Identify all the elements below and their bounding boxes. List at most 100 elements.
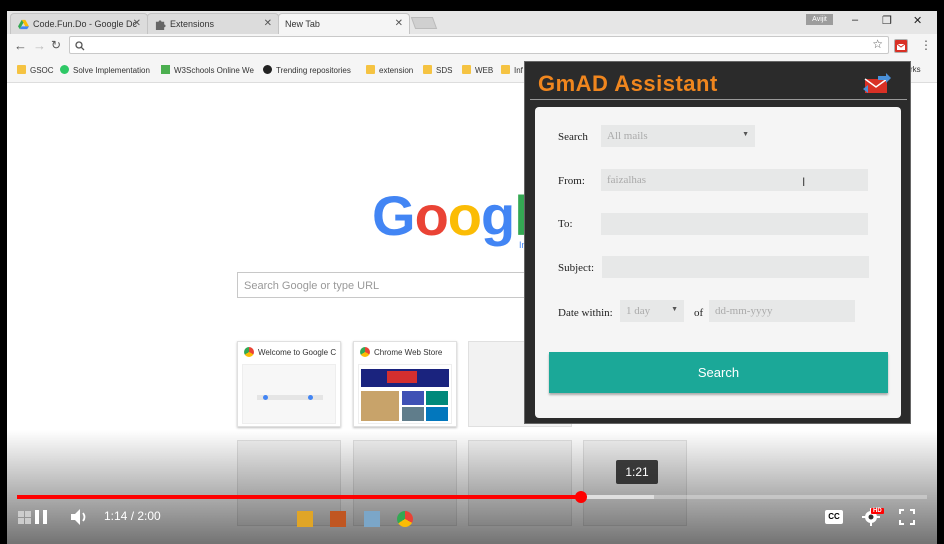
bookmark-label: Solve Implementation: [73, 66, 150, 75]
search-scope-select[interactable]: All mails ▼: [601, 125, 755, 147]
chrome-icon: [244, 347, 254, 357]
date-range-select[interactable]: 1 day ▼: [620, 300, 684, 322]
of-label: of: [694, 307, 704, 319]
tile-thumbnail: [358, 364, 452, 424]
tile-thumbnail: [242, 364, 336, 424]
tile-title: Welcome to Google C: [258, 348, 337, 357]
search-icon: [75, 41, 85, 51]
pause-icon[interactable]: [33, 509, 49, 525]
bookmark-other[interactable]: rks: [910, 65, 921, 74]
date-placeholder: dd-mm-yyyy: [715, 305, 773, 317]
gmad-extension-button[interactable]: [894, 39, 908, 53]
tab-strip: Code.Fun.Do - Google Dc ✕ Extensions ✕ N…: [7, 11, 937, 34]
date-within-label: Date within:: [558, 307, 613, 319]
subject-label: Subject:: [558, 262, 595, 274]
tile-welcome[interactable]: Welcome to Google C: [237, 341, 341, 427]
restore-icon[interactable]: ❐: [882, 14, 892, 27]
from-label: From:: [558, 175, 585, 187]
bookmark-label: extension: [379, 66, 414, 75]
address-bar[interactable]: ☆: [69, 36, 889, 54]
bookmark-sds[interactable]: SDS: [423, 65, 452, 75]
search-form: Search All mails ▼ From: faizalhas I To:…: [535, 107, 901, 418]
to-label: To:: [558, 218, 573, 230]
logo-letter: G: [372, 184, 416, 247]
gmad-logo-icon: [863, 73, 891, 93]
close-icon[interactable]: ✕: [395, 18, 403, 29]
fullscreen-icon[interactable]: [899, 509, 915, 525]
from-value: faizalhas: [607, 174, 647, 186]
tab-title: Code.Fun.Do - Google Dc: [33, 19, 138, 29]
reload-icon[interactable]: ↻: [51, 38, 61, 52]
bookmark-label: rks: [910, 65, 921, 74]
close-icon[interactable]: ✕: [264, 18, 272, 29]
bookmark-label: WEB: [475, 66, 494, 75]
back-icon[interactable]: ←: [14, 38, 27, 53]
bookmark-trending[interactable]: Trending repositories: [263, 65, 351, 75]
video-frame: Code.Fun.Do - Google Dc ✕ Extensions ✕ N…: [0, 0, 944, 544]
bookmark-inf[interactable]: Inf: [501, 65, 523, 75]
tile-title: Chrome Web Store: [374, 348, 443, 357]
progress-bar[interactable]: [17, 491, 927, 503]
search-label: Search: [558, 131, 588, 143]
chevron-down-icon: ▼: [742, 130, 749, 138]
profile-badge[interactable]: Avijit: [806, 14, 833, 25]
bookmark-web[interactable]: WEB: [462, 65, 493, 75]
mail-icon: [896, 43, 906, 50]
folder-icon: [17, 65, 26, 74]
w3schools-icon: [161, 65, 170, 74]
menu-icon[interactable]: ⋮: [920, 38, 932, 52]
tab-title: New Tab: [285, 19, 320, 29]
new-tab-button[interactable]: [410, 17, 438, 29]
seek-tooltip: 1:21: [616, 460, 658, 484]
close-icon[interactable]: ✕: [133, 18, 141, 29]
date-input[interactable]: dd-mm-yyyy: [709, 300, 855, 322]
tab-new-tab[interactable]: New Tab ✕: [278, 13, 410, 34]
subject-field[interactable]: [602, 256, 869, 278]
minimize-icon[interactable]: –: [852, 14, 858, 26]
bookmark-label: Trending repositories: [276, 66, 351, 75]
chrome-icon: [360, 347, 370, 357]
windows-start-icon: [18, 511, 34, 527]
bookmark-label: SDS: [436, 66, 453, 75]
file-explorer-icon: [297, 511, 313, 527]
forward-icon[interactable]: →: [33, 38, 46, 53]
google-logo: Googl: [372, 183, 530, 248]
folder-icon: [462, 65, 471, 74]
logo-letter: o: [414, 184, 449, 247]
bookmark-gsoc[interactable]: GSOC: [17, 65, 54, 75]
gmad-popup: GmAD Assistant Search All mails ▼ From: …: [524, 61, 911, 424]
divider: [530, 99, 907, 100]
folder-icon: [423, 65, 432, 74]
captions-button[interactable]: CC: [825, 510, 843, 524]
popup-title: GmAD Assistant: [538, 71, 718, 96]
tab-extensions[interactable]: Extensions ✕: [147, 13, 279, 34]
close-window-icon[interactable]: ✕: [913, 14, 922, 27]
player-controls-background: [0, 430, 944, 544]
to-field[interactable]: [601, 213, 868, 235]
volume-icon[interactable]: [70, 508, 90, 526]
puzzle-icon: [155, 20, 166, 30]
bookmark-label: Inf: [514, 66, 523, 75]
logo-letter: g: [481, 184, 515, 247]
bookmark-solve-implementation[interactable]: Solve Implementation: [60, 65, 150, 75]
from-field[interactable]: faizalhas: [601, 169, 868, 191]
folder-icon: [501, 65, 510, 74]
played-bar: [17, 495, 582, 499]
time-display: 1:14 / 2:00: [104, 509, 161, 523]
tile-chrome-web-store[interactable]: Chrome Web Store: [353, 341, 457, 427]
bookmark-extension[interactable]: extension: [366, 65, 413, 75]
bookmark-w3schools[interactable]: W3Schools Online We: [161, 65, 254, 75]
tab-code-fun-do[interactable]: Code.Fun.Do - Google Dc ✕: [10, 13, 148, 34]
app-icon: [364, 511, 380, 527]
logo-letter: o: [447, 184, 482, 247]
text-cursor-icon: I: [802, 175, 806, 189]
bookmark-label: W3Schools Online We: [174, 66, 254, 75]
search-button[interactable]: Search: [549, 352, 888, 393]
ntp-search-placeholder: Search Google or type URL: [244, 280, 380, 292]
tab-title: Extensions: [170, 19, 215, 29]
app-icon: [330, 511, 346, 527]
folder-icon: [366, 65, 375, 74]
chrome-taskbar-icon: [397, 511, 413, 527]
star-icon[interactable]: ☆: [872, 37, 883, 51]
ntp-search-input[interactable]: Search Google or type URL: [237, 272, 527, 298]
